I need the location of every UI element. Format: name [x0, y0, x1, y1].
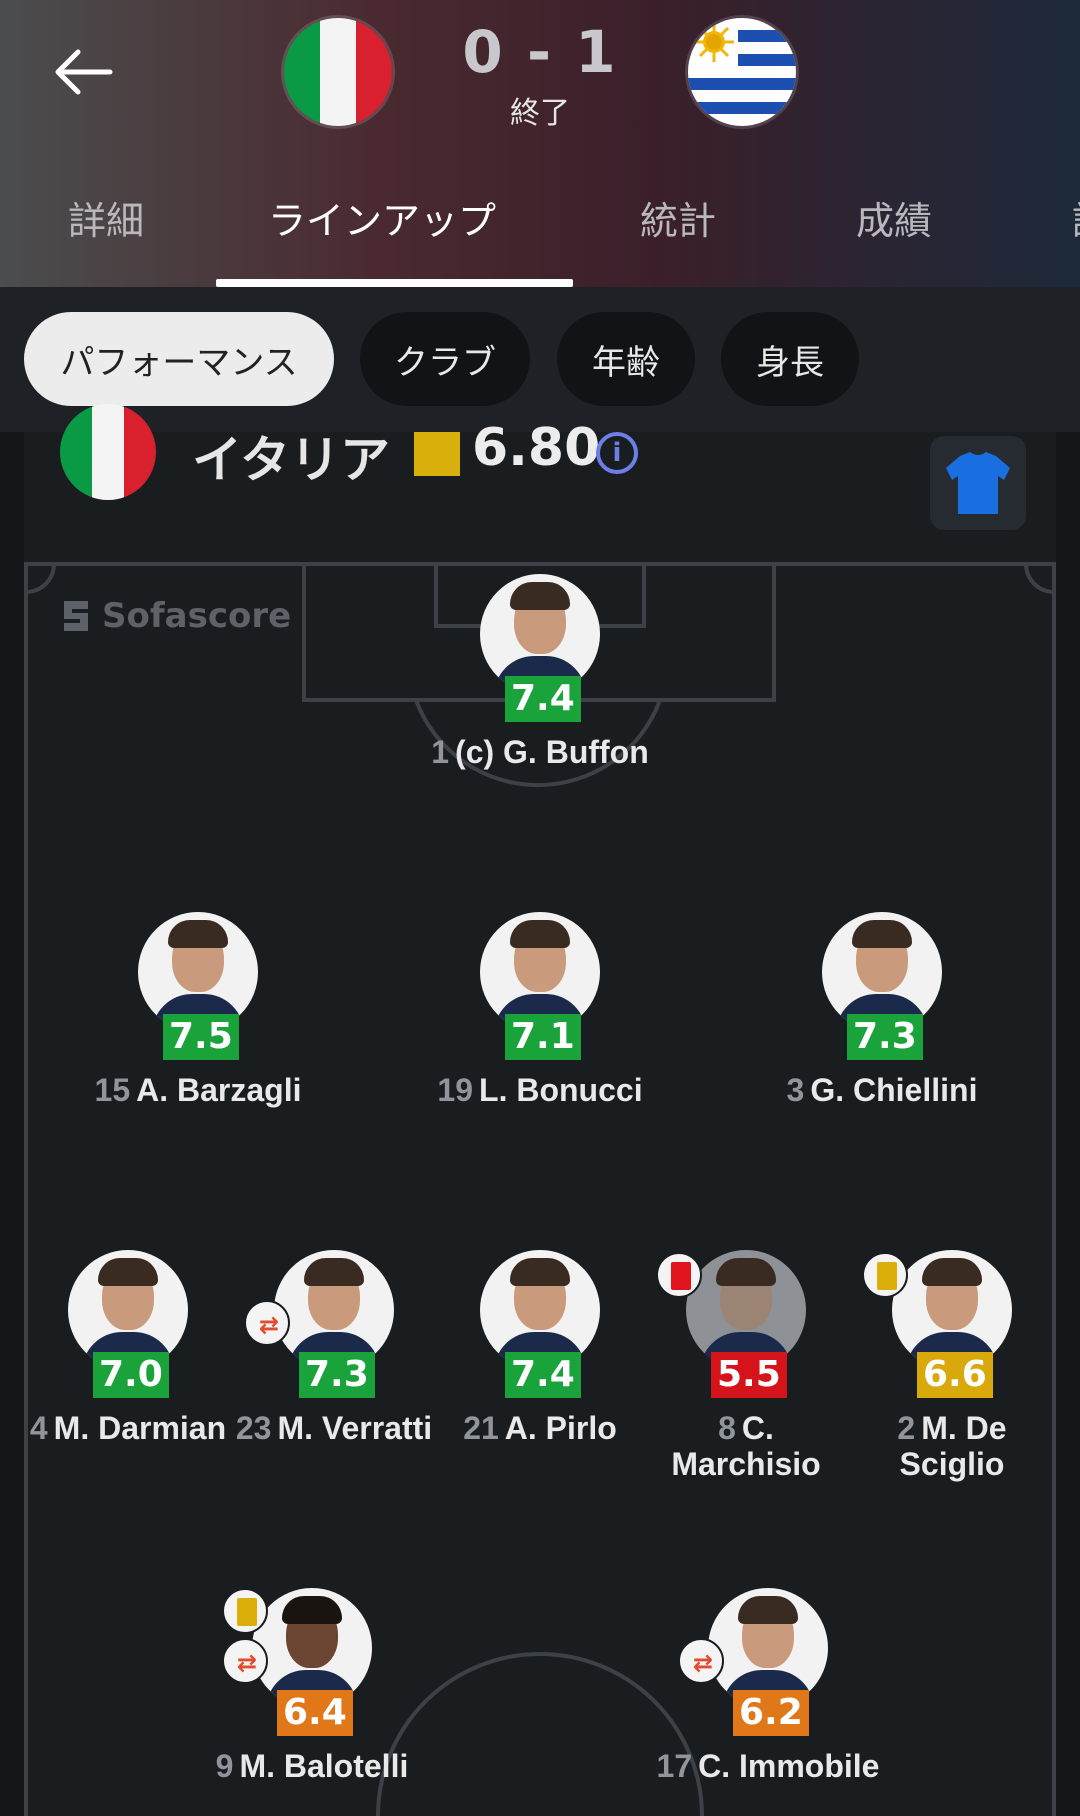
substitution-badge: ⇄ — [222, 1638, 268, 1684]
yellow-card-icon — [237, 1598, 257, 1626]
back-arrow-icon[interactable] — [48, 36, 120, 108]
player-name: 3 G. Chiellini — [786, 1072, 978, 1108]
player-name: 15 A. Barzagli — [94, 1072, 302, 1108]
substitution-badge: ⇄ — [678, 1638, 724, 1684]
team-name: イタリア — [192, 431, 390, 489]
info-icon[interactable]: i — [596, 432, 638, 474]
match-status: 終了 — [510, 96, 570, 131]
player-name: 8 C. Marchisio — [671, 1410, 821, 1482]
substitution-icon: ⇄ — [236, 1649, 258, 1677]
red-card-badge — [656, 1252, 702, 1298]
lineup-filter-bar: パフォーマンス クラブ 年齢 身長 — [0, 287, 1080, 432]
watermark-text: Sofascore — [102, 596, 292, 636]
player-name: 19 L. Bonucci — [437, 1072, 643, 1108]
match-score: 0 - 1 — [462, 18, 618, 86]
player-rating: 5.5 — [711, 1352, 787, 1398]
player-name: 4 M. Darmian — [29, 1410, 227, 1446]
player-rating: 6.6 — [917, 1352, 993, 1398]
yellow-card-icon — [877, 1262, 897, 1290]
match-tabs: 詳細 ラインアップ 統計 成績 詳 — [0, 190, 1080, 250]
player-rating: 7.0 — [93, 1352, 169, 1398]
filter-performance[interactable]: パフォーマンス — [24, 312, 334, 406]
player-rating: 7.4 — [505, 1352, 581, 1398]
sofascore-watermark: Sofascore — [60, 596, 291, 636]
uruguay-flag-icon[interactable] — [688, 18, 796, 126]
active-tab-indicator — [216, 279, 573, 287]
player-rating: 7.3 — [847, 1014, 923, 1060]
yellow-card-badge — [222, 1588, 268, 1634]
tab-details[interactable]: 詳細 — [68, 190, 144, 245]
italy-flag-icon[interactable] — [284, 18, 392, 126]
player-name: 23 M. Verratti — [235, 1410, 433, 1446]
substitution-icon: ⇄ — [692, 1649, 714, 1677]
player-rating: 6.2 — [733, 1690, 809, 1736]
player-rating: 7.1 — [505, 1014, 581, 1060]
player-rating: 7.4 — [505, 676, 581, 722]
yellow-card-badge — [862, 1252, 908, 1298]
team-rating-color-icon — [414, 432, 460, 476]
match-header: 0 - 1 終了 詳細 ラインアップ 統計 成績 詳 — [0, 0, 1080, 287]
player-name: 21 A. Pirlo — [463, 1410, 617, 1446]
player-name: 1 (c) G. Buffon — [431, 734, 649, 770]
tab-standings[interactable]: 成績 — [856, 190, 932, 245]
filter-club[interactable]: クラブ — [360, 312, 530, 406]
tab-statistics[interactable]: 統計 — [640, 190, 716, 245]
sofascore-logo-icon — [64, 601, 88, 631]
team-flag-icon — [60, 404, 156, 500]
player-rating: 7.3 — [299, 1352, 375, 1398]
player-name: 17 C. Immobile — [656, 1748, 880, 1784]
substitution-badge: ⇄ — [244, 1300, 290, 1346]
shirt-icon — [946, 452, 1010, 514]
team-shirt-button[interactable] — [930, 436, 1026, 530]
player-name: 2 M. De Sciglio — [897, 1410, 1007, 1482]
filter-age[interactable]: 年齢 — [557, 312, 695, 406]
player-name: 9 M. Balotelli — [215, 1748, 409, 1784]
tab-more[interactable]: 詳 — [1072, 190, 1080, 245]
team-average-rating: 6.80 — [472, 418, 601, 478]
player-rating: 7.5 — [163, 1014, 239, 1060]
filter-height[interactable]: 身長 — [721, 312, 859, 406]
player-rating: 6.4 — [277, 1690, 353, 1736]
substitution-icon: ⇄ — [258, 1311, 280, 1339]
red-card-icon — [671, 1262, 691, 1290]
tab-lineups[interactable]: ラインアップ — [268, 190, 496, 245]
